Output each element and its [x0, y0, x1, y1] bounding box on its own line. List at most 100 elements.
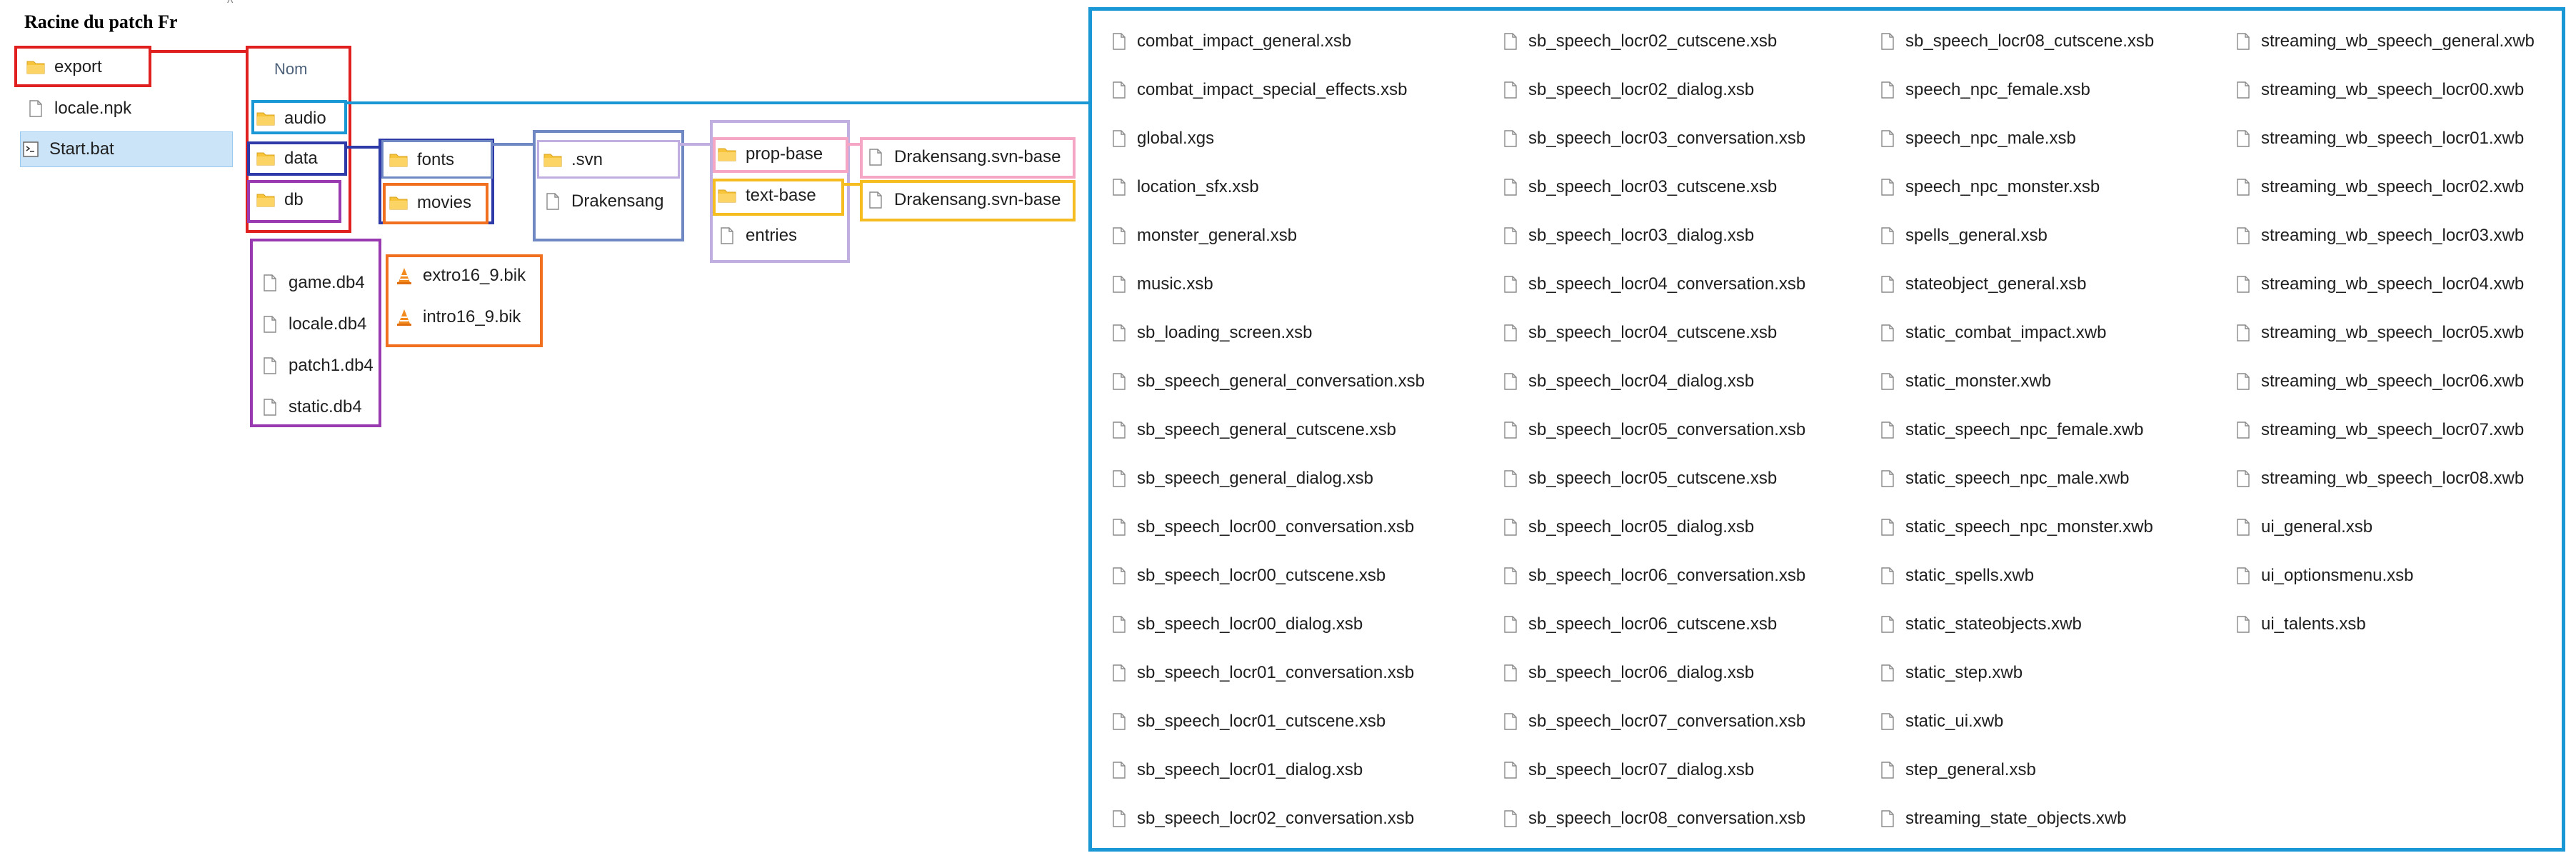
audio-file-sb-speech-locr06-dialog-xsb[interactable]: sb_speech_locr06_dialog.xsb — [1503, 660, 1754, 686]
audio-file-static-ui-xwb[interactable]: static_ui.xwb — [1880, 709, 2003, 734]
audio-file-speech-npc-female-xsb[interactable]: speech_npc_female.xsb — [1880, 77, 2090, 103]
audio-file-sb-speech-locr03-dialog-xsb[interactable]: sb_speech_locr03_dialog.xsb — [1503, 223, 1754, 249]
audio-file-sb-speech-locr07-dialog-xsb[interactable]: sb_speech_locr07_dialog.xsb — [1503, 757, 1754, 783]
audio-file-sb-speech-general-dialog-xsb[interactable]: sb_speech_general_dialog.xsb — [1111, 466, 1373, 492]
db-file-locale-db4[interactable]: locale.db4 — [260, 307, 366, 341]
file-icon — [2237, 81, 2250, 99]
audio-file-step-general-xsb[interactable]: step_general.xsb — [1880, 757, 2036, 783]
audio-file-stateobject-general-xsb[interactable]: stateobject_general.xsb — [1880, 271, 2087, 297]
audio-file-streaming-state-objects-xwb[interactable]: streaming_state_objects.xwb — [1880, 806, 2127, 832]
audio-file-streaming-wb-speech-locr02-xwb[interactable]: streaming_wb_speech_locr02.xwb — [2235, 174, 2524, 200]
audio-file-sb-speech-locr08-conversation-xsb[interactable]: sb_speech_locr08_conversation.xsb — [1503, 806, 1805, 832]
file-icon — [1504, 33, 1517, 50]
root-item-start-bat[interactable]: Start.bat — [20, 131, 233, 167]
audio-file-sb-speech-general-cutscene-xsb[interactable]: sb_speech_general_cutscene.xsb — [1111, 417, 1396, 443]
file-icon — [2237, 276, 2250, 293]
audio-file-spells-general-xsb[interactable]: spells_general.xsb — [1880, 223, 2048, 249]
audio-file-static-combat-impact-xwb[interactable]: static_combat_impact.xwb — [1880, 320, 2106, 346]
audio-file-label: monster_general.xsb — [1137, 226, 1298, 245]
audio-file-combat-impact-special-effects-xsb[interactable]: combat_impact_special_effects.xsb — [1111, 77, 1407, 103]
audio-file-sb-speech-locr05-cutscene-xsb[interactable]: sb_speech_locr05_cutscene.xsb — [1503, 466, 1777, 492]
file-icon — [1113, 762, 1126, 779]
db-file-game-db4[interactable]: game.db4 — [260, 266, 365, 300]
audio-file-sb-speech-locr04-dialog-xsb[interactable]: sb_speech_locr04_dialog.xsb — [1503, 369, 1754, 394]
audio-file-sb-speech-locr00-cutscene-xsb[interactable]: sb_speech_locr00_cutscene.xsb — [1111, 563, 1385, 589]
audio-file-sb-speech-locr01-conversation-xsb[interactable]: sb_speech_locr01_conversation.xsb — [1111, 660, 1414, 686]
audio-file-streaming-wb-speech-locr07-xwb[interactable]: streaming_wb_speech_locr07.xwb — [2235, 417, 2524, 443]
file-icon — [1504, 616, 1517, 633]
audio-file-streaming-wb-speech-locr01-xwb[interactable]: streaming_wb_speech_locr01.xwb — [2235, 126, 2524, 151]
db-file-patch1-db4[interactable]: patch1.db4 — [260, 349, 374, 383]
audio-file-label: speech_npc_female.xsb — [1905, 80, 2090, 99]
audio-file-sb-speech-locr02-cutscene-xsb[interactable]: sb_speech_locr02_cutscene.xsb — [1503, 29, 1777, 54]
audio-file-static-speech-npc-monster-xwb[interactable]: static_speech_npc_monster.xwb — [1880, 514, 2153, 540]
audio-file-speech-npc-male-xsb[interactable]: speech_npc_male.xsb — [1880, 126, 2076, 151]
audio-file-sb-speech-locr02-dialog-xsb[interactable]: sb_speech_locr02_dialog.xsb — [1503, 77, 1754, 103]
audio-file-sb-loading-screen-xsb[interactable]: sb_loading_screen.xsb — [1111, 320, 1313, 346]
file-icon — [2237, 616, 2250, 633]
file-icon — [1504, 421, 1517, 439]
file-icon — [1881, 567, 1894, 584]
audio-file-static-monster-xwb[interactable]: static_monster.xwb — [1880, 369, 2051, 394]
audio-file-label: sb_loading_screen.xsb — [1137, 323, 1313, 342]
movie-file-extro16-9-bik[interactable]: extro16_9.bik — [394, 259, 526, 293]
audio-file-sb-speech-locr02-conversation-xsb[interactable]: sb_speech_locr02_conversation.xsb — [1111, 806, 1414, 832]
file-icon — [1881, 81, 1894, 99]
audio-file-streaming-wb-speech-locr00-xwb[interactable]: streaming_wb_speech_locr00.xwb — [2235, 77, 2524, 103]
audio-file-speech-npc-monster-xsb[interactable]: speech_npc_monster.xsb — [1880, 174, 2100, 200]
audio-file-ui-optionsmenu-xsb[interactable]: ui_optionsmenu.xsb — [2235, 563, 2413, 589]
audio-file-sb-speech-locr05-conversation-xsb[interactable]: sb_speech_locr05_conversation.xsb — [1503, 417, 1805, 443]
audio-file-location-sfx-xsb[interactable]: location_sfx.xsb — [1111, 174, 1259, 200]
file-icon — [1113, 81, 1126, 99]
file-icon — [869, 149, 882, 166]
audio-file-streaming-wb-speech-locr06-xwb[interactable]: streaming_wb_speech_locr06.xwb — [2235, 369, 2524, 394]
audio-file-static-speech-npc-female-xwb[interactable]: static_speech_npc_female.xwb — [1880, 417, 2144, 443]
audio-file-streaming-wb-speech-general-xwb[interactable]: streaming_wb_speech_general.xwb — [2235, 29, 2535, 54]
audio-file-sb-speech-locr01-cutscene-xsb[interactable]: sb_speech_locr01_cutscene.xsb — [1111, 709, 1385, 734]
audio-file-sb-speech-locr01-dialog-xsb[interactable]: sb_speech_locr01_dialog.xsb — [1111, 757, 1363, 783]
text-base-file-drakensang-svn-base[interactable]: Drakensang.svn-base — [866, 183, 1061, 217]
audio-file-streaming-wb-speech-locr03-xwb[interactable]: streaming_wb_speech_locr03.xwb — [2235, 223, 2524, 249]
audio-file-sb-speech-locr04-cutscene-xsb[interactable]: sb_speech_locr04_cutscene.xsb — [1503, 320, 1777, 346]
audio-file-ui-general-xsb[interactable]: ui_general.xsb — [2235, 514, 2372, 540]
file-icon — [1881, 762, 1894, 779]
file-icon — [1881, 130, 1894, 147]
audio-file-global-xgs[interactable]: global.xgs — [1111, 126, 1214, 151]
audio-file-sb-speech-locr03-cutscene-xsb[interactable]: sb_speech_locr03_cutscene.xsb — [1503, 174, 1777, 200]
file-icon — [1504, 519, 1517, 536]
svn-item-entries[interactable]: entries — [717, 219, 797, 253]
audio-file-ui-talents-xsb[interactable]: ui_talents.xsb — [2235, 612, 2366, 637]
sort-caret-icon: ^ — [227, 0, 234, 10]
audio-file-sb-speech-locr00-conversation-xsb[interactable]: sb_speech_locr00_conversation.xsb — [1111, 514, 1414, 540]
db-file-static-db4[interactable]: static.db4 — [260, 390, 362, 424]
audio-file-label: sb_speech_locr04_conversation.xsb — [1528, 274, 1806, 294]
audio-file-sb-speech-locr00-dialog-xsb[interactable]: sb_speech_locr00_dialog.xsb — [1111, 612, 1363, 637]
audio-file-static-stateobjects-xwb[interactable]: static_stateobjects.xwb — [1880, 612, 2082, 637]
movie-file-intro16-9-bik[interactable]: intro16_9.bik — [394, 300, 521, 334]
audio-file-label: sb_speech_locr05_dialog.xsb — [1528, 517, 1755, 537]
audio-file-sb-speech-locr03-conversation-xsb[interactable]: sb_speech_locr03_conversation.xsb — [1503, 126, 1805, 151]
audio-file-static-spells-xwb[interactable]: static_spells.xwb — [1880, 563, 2034, 589]
file-icon — [1881, 33, 1894, 50]
audio-file-streaming-wb-speech-locr08-xwb[interactable]: streaming_wb_speech_locr08.xwb — [2235, 466, 2524, 492]
audio-file-sb-speech-locr05-dialog-xsb[interactable]: sb_speech_locr05_dialog.xsb — [1503, 514, 1754, 540]
file-icon — [1504, 81, 1517, 99]
audio-file-static-step-xwb[interactable]: static_step.xwb — [1880, 660, 2023, 686]
root-item-locale-npk[interactable]: locale.npk — [26, 91, 131, 126]
fonts-item-drakensang[interactable]: Drakensang — [543, 184, 663, 219]
audio-file-streaming-wb-speech-locr04-xwb[interactable]: streaming_wb_speech_locr04.xwb — [2235, 271, 2524, 297]
audio-file-streaming-wb-speech-locr05-xwb[interactable]: streaming_wb_speech_locr05.xwb — [2235, 320, 2524, 346]
audio-file-sb-speech-locr06-cutscene-xsb[interactable]: sb_speech_locr06_cutscene.xsb — [1503, 612, 1777, 637]
audio-file-monster-general-xsb[interactable]: monster_general.xsb — [1111, 223, 1297, 249]
audio-file-static-speech-npc-male-xwb[interactable]: static_speech_npc_male.xwb — [1880, 466, 2130, 492]
audio-file-sb-speech-locr07-conversation-xsb[interactable]: sb_speech_locr07_conversation.xsb — [1503, 709, 1805, 734]
prop-base-file-drakensang-svn-base[interactable]: Drakensang.svn-base — [866, 140, 1061, 174]
audio-file-combat-impact-general-xsb[interactable]: combat_impact_general.xsb — [1111, 29, 1351, 54]
audio-file-music-xsb[interactable]: music.xsb — [1111, 271, 1213, 297]
name-column-header[interactable]: Nom — [274, 60, 307, 79]
audio-file-sb-speech-locr04-conversation-xsb[interactable]: sb_speech_locr04_conversation.xsb — [1503, 271, 1805, 297]
audio-file-sb-speech-general-conversation-xsb[interactable]: sb_speech_general_conversation.xsb — [1111, 369, 1425, 394]
audio-file-sb-speech-locr08-cutscene-xsb[interactable]: sb_speech_locr08_cutscene.xsb — [1880, 29, 2154, 54]
data-connector — [347, 146, 380, 149]
audio-file-sb-speech-locr06-conversation-xsb[interactable]: sb_speech_locr06_conversation.xsb — [1503, 563, 1805, 589]
